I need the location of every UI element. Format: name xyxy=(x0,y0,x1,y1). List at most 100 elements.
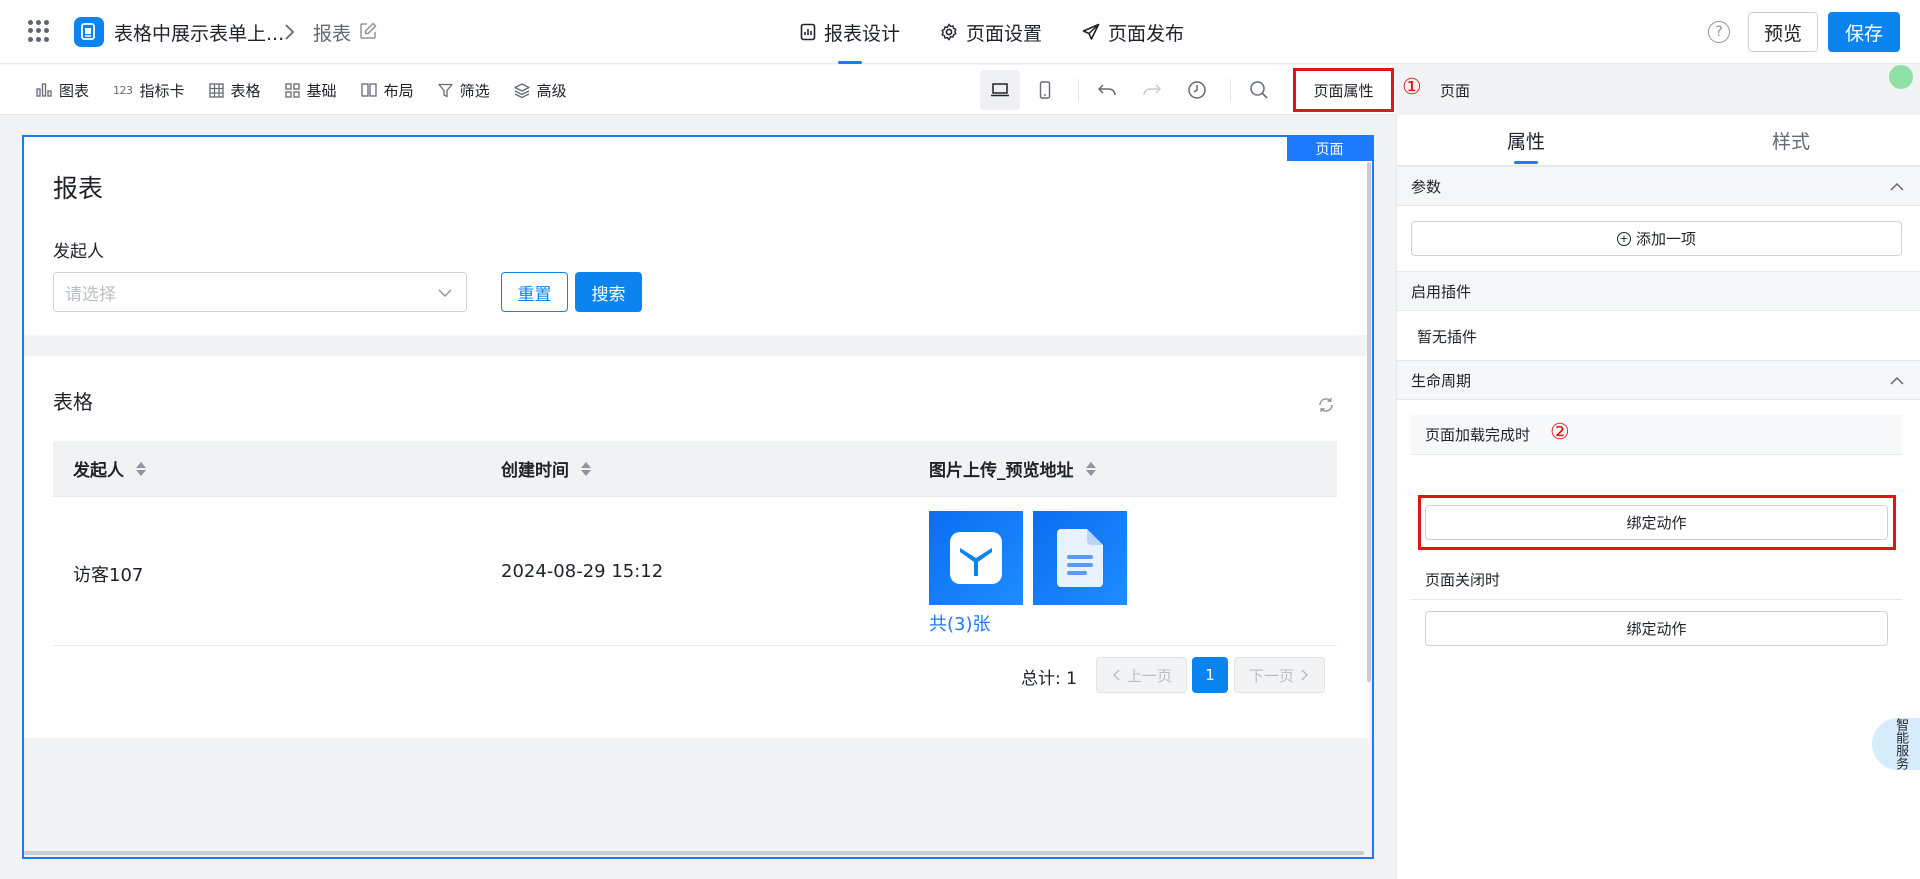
lifecycle-label: 页面关闭时 xyxy=(1425,571,1501,589)
canvas-tools xyxy=(980,65,1284,115)
page-title: 报表 xyxy=(53,174,104,203)
bar-chart-icon xyxy=(36,83,52,97)
table-row[interactable]: 访客107 2024-08-29 15:12 共(3)张 xyxy=(53,496,1337,646)
section-lifecycle[interactable]: 生命周期 xyxy=(1397,360,1920,400)
smart-service-button[interactable]: 智能服务 xyxy=(1872,718,1920,770)
next-page-button[interactable]: 下一页 xyxy=(1234,657,1325,693)
toolbar-item-metric-card[interactable]: 123 指标卡 xyxy=(101,65,197,115)
initiator-select[interactable]: 请选择 xyxy=(53,272,467,312)
pagination-total: 总计: 1 xyxy=(1021,669,1077,689)
toolbar-item-advanced[interactable]: 高级 xyxy=(502,65,579,115)
bind-action-button-onload[interactable]: 绑定动作 xyxy=(1425,505,1888,540)
table-header: 发起人 创建时间 图片上传_预览地址 xyxy=(53,441,1337,496)
tab-styles[interactable]: 样式 xyxy=(1772,127,1810,154)
chevron-up-icon[interactable] xyxy=(1889,373,1905,389)
image-thumbnails xyxy=(929,511,1137,605)
page-number-button[interactable]: 1 xyxy=(1192,657,1228,693)
add-item-button[interactable]: + 添加一项 xyxy=(1411,221,1902,256)
toolbar-item-label: 布局 xyxy=(383,81,414,100)
apps-grid-icon[interactable] xyxy=(28,20,50,42)
refresh-icon[interactable] xyxy=(1317,396,1335,414)
tab-page-settings[interactable]: 页面设置 xyxy=(920,0,1062,64)
desktop-view-button[interactable] xyxy=(980,70,1020,110)
toolbar-item-label: 基础 xyxy=(306,81,337,100)
selected-component-breadcrumb[interactable]: 页面 xyxy=(1440,80,1470,101)
laptop-icon xyxy=(991,83,1009,97)
column-header-image-preview[interactable]: 图片上传_预览地址 xyxy=(929,456,1096,481)
top-header: 表格中展示表单上... 报表 报表设计 页面设置 页面发布 ? 预览 保存 xyxy=(0,0,1920,64)
sort-icon[interactable] xyxy=(1085,461,1096,476)
image-count-link[interactable]: 共(3)张 xyxy=(929,610,991,636)
tab-report-design[interactable]: 报表设计 xyxy=(780,0,920,64)
toolbar-item-label: 指标卡 xyxy=(139,81,185,100)
sort-icon[interactable] xyxy=(581,461,591,476)
toolbar-item-layout[interactable]: 布局 xyxy=(349,65,426,115)
tab-label: 页面设置 xyxy=(966,22,1043,45)
chevron-up-icon[interactable] xyxy=(1889,179,1905,195)
filter-card[interactable]: 报表 发起人 请选择 重置 搜索 xyxy=(24,137,1369,335)
design-canvas[interactable]: 页面 报表 发起人 请选择 重置 搜索 表格 发起人 创建时间 图片上传_预览地… xyxy=(22,135,1374,859)
clock-icon xyxy=(1188,81,1206,99)
mobile-icon xyxy=(1039,81,1051,99)
toolbar-item-table[interactable]: 表格 xyxy=(197,65,273,115)
edit-icon[interactable] xyxy=(359,22,377,40)
app-logo-icon xyxy=(74,17,104,47)
bind-action-button-onclose[interactable]: 绑定动作 xyxy=(1425,611,1888,646)
app-y-logo-icon xyxy=(950,532,1002,584)
status-dot xyxy=(1889,65,1913,89)
section-title: 参数 xyxy=(1411,177,1442,196)
table-card[interactable]: 表格 发起人 创建时间 图片上传_预览地址 访客107 2024-08-29 1… xyxy=(24,356,1369,738)
reset-button[interactable]: 重置 xyxy=(501,272,568,312)
filter-label-initiator: 发起人 xyxy=(53,242,104,262)
save-button[interactable]: 保存 xyxy=(1828,12,1900,52)
history-button[interactable] xyxy=(1177,70,1217,110)
toolbar-item-filter[interactable]: 筛选 xyxy=(426,65,502,115)
tab-page-publish[interactable]: 页面发布 xyxy=(1062,0,1204,64)
preview-button[interactable]: 预览 xyxy=(1748,12,1818,52)
filter-icon xyxy=(437,83,453,98)
chevron-down-icon xyxy=(438,289,452,298)
cell-created-time: 2024-08-29 15:12 xyxy=(501,561,664,582)
lifecycle-on-close: 页面关闭时 xyxy=(1411,560,1902,600)
prev-page-button[interactable]: 上一页 xyxy=(1096,657,1187,693)
number-card-icon: 123 xyxy=(113,83,133,97)
page-properties-button[interactable]: 页面属性 xyxy=(1293,68,1394,112)
help-icon[interactable]: ? xyxy=(1708,21,1730,43)
search-submit-button[interactable]: 搜索 xyxy=(575,272,642,312)
tab-label: 页面发布 xyxy=(1108,22,1185,45)
canvas-horizontal-scrollbar[interactable] xyxy=(24,851,1364,855)
top-tabs: 报表设计 页面设置 页面发布 xyxy=(780,0,1204,64)
mobile-view-button[interactable] xyxy=(1025,70,1065,110)
search-button[interactable] xyxy=(1239,70,1279,110)
selected-page-tag: 页面 xyxy=(1287,137,1372,161)
report-design-icon xyxy=(800,23,816,41)
pagination: 总计: 1 上一页 1 下一页 xyxy=(24,657,1347,695)
layers-icon xyxy=(513,82,530,98)
image-thumbnail[interactable] xyxy=(1033,511,1127,605)
next-page-label: 下一页 xyxy=(1248,666,1294,685)
redo-button[interactable] xyxy=(1132,70,1172,110)
section-title: 生命周期 xyxy=(1411,371,1472,390)
gear-icon xyxy=(941,23,957,41)
chevron-left-icon xyxy=(1112,669,1120,681)
app-name[interactable]: 表格中展示表单上... xyxy=(114,19,284,46)
no-plugins-text: 暂无插件 xyxy=(1417,328,1478,346)
column-header-created-time[interactable]: 创建时间 xyxy=(501,456,591,481)
chevron-right-icon xyxy=(1301,669,1309,681)
lifecycle-label: 页面加载完成时 xyxy=(1425,426,1531,444)
canvas-vertical-scrollbar[interactable] xyxy=(1367,162,1371,682)
column-header-label: 图片上传_预览地址 xyxy=(929,461,1074,481)
document-icon xyxy=(1057,529,1103,587)
image-thumbnail[interactable] xyxy=(929,511,1023,605)
properties-panel: 属性 样式 参数 + 添加一项 启用插件 暂无插件 生命周期 页面加载完成时 ②… xyxy=(1396,115,1920,879)
toolbar-item-chart[interactable]: 图表 xyxy=(24,65,101,115)
tab-properties[interactable]: 属性 xyxy=(1507,127,1545,164)
column-header-initiator[interactable]: 发起人 xyxy=(73,456,146,481)
component-categories: 图表 123 指标卡 表格 基础 布局 筛选 高级 xyxy=(24,65,579,115)
undo-button[interactable] xyxy=(1087,70,1127,110)
annotation-marker-2: ② xyxy=(1550,420,1570,445)
breadcrumb-chevron-icon xyxy=(285,24,295,40)
toolbar-item-basic[interactable]: 基础 xyxy=(273,65,349,115)
section-params[interactable]: 参数 xyxy=(1397,166,1920,206)
sort-icon[interactable] xyxy=(136,461,146,476)
